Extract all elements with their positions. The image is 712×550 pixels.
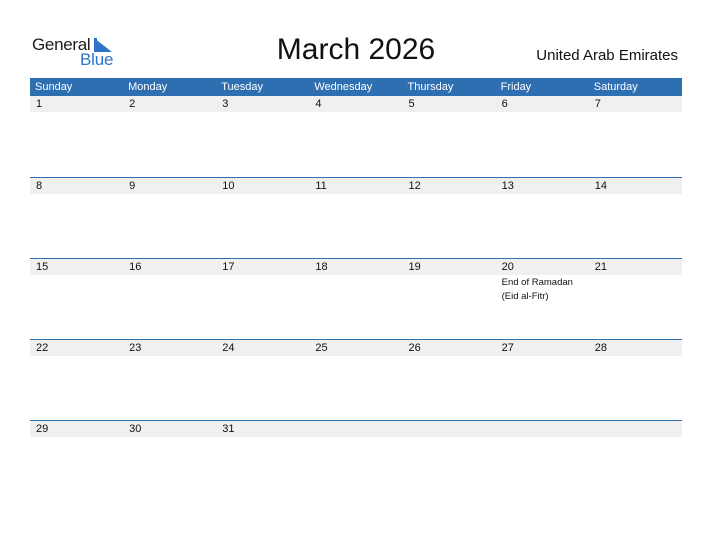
- day-cell: 5: [403, 96, 496, 112]
- day-cell: [496, 421, 589, 437]
- day-number: 7: [594, 98, 601, 110]
- week-row: 22 23 24 25 26 27 28: [30, 339, 682, 420]
- day-number: 19: [408, 261, 421, 273]
- day-cell: 4: [309, 96, 402, 112]
- day-cell: 9: [123, 178, 216, 194]
- weekday-thursday: Thursday: [407, 81, 454, 93]
- day-number: 25: [315, 342, 328, 354]
- week-row: 1 2 3 4 5 6 7: [30, 96, 682, 177]
- weekday-monday: Monday: [128, 81, 168, 93]
- weekday-sunday: Sunday: [35, 81, 73, 93]
- day-cell: 25: [309, 340, 402, 356]
- day-cell: 6: [496, 96, 589, 112]
- day-number: 1: [36, 98, 43, 110]
- day-number: [315, 421, 402, 437]
- day-cell: 30: [123, 421, 216, 437]
- day-number: 4: [315, 98, 322, 110]
- day-number: 9: [129, 180, 136, 192]
- weekday-header: Sunday Monday Tuesday Wednesday Thursday Frid…: [30, 78, 682, 96]
- day-cell: 15: [30, 259, 123, 304]
- day-cell: 27: [496, 340, 589, 356]
- day-number: 16: [129, 261, 142, 273]
- day-cell: 26: [403, 340, 496, 356]
- day-cell: 22: [30, 340, 123, 356]
- day-cell: 1: [30, 96, 123, 112]
- week-row: 15 16 17 18 19 20 End of Ramadan (Eid al-Fitr)…: [30, 258, 682, 339]
- day-number: 12: [408, 180, 421, 192]
- weekday-wednesday: Wednesday: [314, 81, 373, 93]
- day-cell: 23: [123, 340, 216, 356]
- day-number: 23: [129, 342, 142, 354]
- holiday-event: End of Ramadan (Eid al-Fitr): [501, 277, 573, 302]
- day-cell: 29: [30, 421, 123, 437]
- day-cell: 18: [309, 259, 402, 304]
- week-row: 8 9 10 11 12 13 14: [30, 177, 682, 258]
- day-number: 24: [222, 342, 235, 354]
- day-number: 26: [408, 342, 421, 354]
- day-number: 3: [222, 98, 229, 110]
- weekday-saturday: Saturday: [593, 81, 638, 93]
- day-cell: 20 End of Ramadan (Eid al-Fitr): [496, 259, 589, 304]
- day-number: 28: [594, 342, 607, 354]
- day-number: 27: [501, 342, 514, 354]
- day-cell: 12: [403, 178, 496, 194]
- day-number: 14: [594, 180, 607, 192]
- day-number: 17: [222, 261, 235, 273]
- day-cell: [403, 421, 496, 437]
- day-number: 22: [36, 342, 49, 354]
- weekday-friday: Friday: [500, 81, 532, 93]
- day-cell: 3: [216, 96, 309, 112]
- day-number: 15: [36, 261, 49, 273]
- day-number: 31: [222, 423, 235, 435]
- calendar-grid: Sunday Monday Tuesday Wednesday Thursday Frid…: [30, 78, 682, 501]
- day-cell: 24: [216, 340, 309, 356]
- day-cell: [309, 421, 402, 437]
- weekday-tuesday: Tuesday: [221, 81, 264, 93]
- day-cell: [589, 421, 682, 437]
- day-number: 20: [501, 261, 514, 273]
- day-cell: 16: [123, 259, 216, 304]
- day-cell: 21: [589, 259, 682, 304]
- day-cell: 13: [496, 178, 589, 194]
- country-label: United Arab Emirates: [536, 47, 678, 64]
- day-number: 6: [501, 98, 508, 110]
- day-number: 8: [36, 180, 43, 192]
- week-row: 29 30 31: [30, 420, 682, 501]
- day-number: 30: [129, 423, 142, 435]
- day-cell: 11: [309, 178, 402, 194]
- day-cell: 17: [216, 259, 309, 304]
- day-cell: 31: [216, 421, 309, 437]
- day-cell: 7: [589, 96, 682, 112]
- day-cell: 8: [30, 178, 123, 194]
- day-number: [502, 421, 589, 437]
- day-cell: 14: [589, 178, 682, 194]
- day-number: 10: [222, 180, 235, 192]
- day-number: [409, 421, 496, 437]
- day-number: [595, 421, 682, 437]
- day-cell: 2: [123, 96, 216, 112]
- day-number: 21: [594, 261, 607, 273]
- day-cell: 28: [589, 340, 682, 356]
- day-number: 18: [315, 261, 328, 273]
- day-number: 11: [315, 180, 327, 192]
- day-number: 2: [129, 98, 136, 110]
- day-cell: 10: [216, 178, 309, 194]
- day-number: 13: [501, 180, 514, 192]
- day-number: 5: [408, 98, 415, 110]
- day-number: 29: [36, 423, 49, 435]
- day-cell: 19: [403, 259, 496, 304]
